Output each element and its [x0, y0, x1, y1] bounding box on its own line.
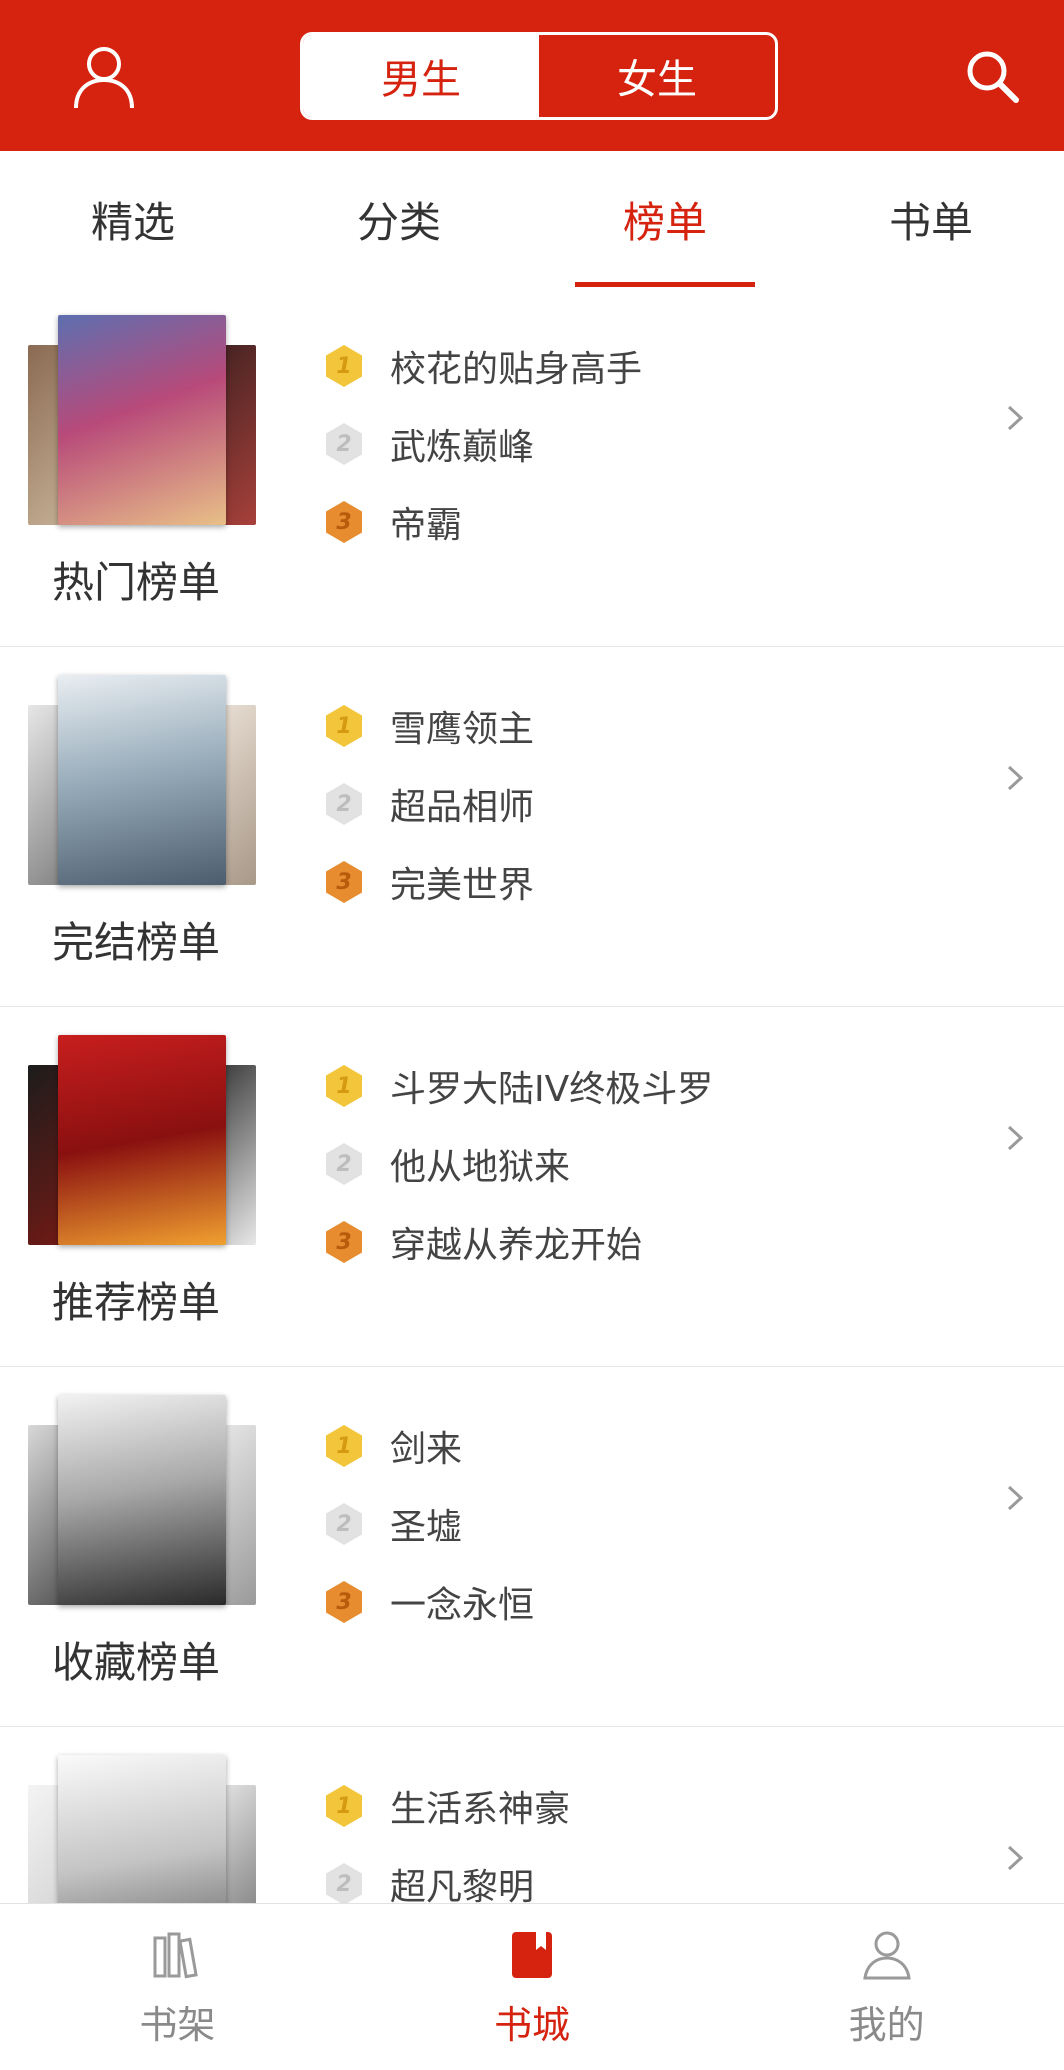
category-tabs: 精选 分类 榜单 书单 [0, 151, 1064, 287]
cover-stack [28, 1035, 256, 1245]
nav-profile[interactable]: 我的 [709, 1904, 1064, 2070]
cover-stack [28, 675, 256, 885]
list-item: 2 超品相师 [326, 765, 534, 843]
gender-toggle: 男生 女生 [300, 32, 778, 120]
book-title: 剑来 [390, 1429, 463, 1470]
ranking-list: 热门榜单 1 校花的贴身高手 2 武炼巅峰 3 帝霸 完结榜单 1 雪鹰领主 2… [0, 287, 1064, 1903]
medal-bronze-icon: 3 [326, 501, 362, 543]
bottom-nav: 书架 书城 我的 [0, 1903, 1064, 2070]
book-title: 超凡黎明 [390, 1867, 535, 1903]
tab-category[interactable]: 分类 [266, 151, 532, 287]
bookshelf-icon [153, 1932, 199, 1978]
cover-stack [28, 1395, 256, 1605]
book-title: 超品相师 [390, 787, 535, 828]
search-icon[interactable] [962, 46, 1022, 106]
ranking-section-hot[interactable]: 热门榜单 1 校花的贴身高手 2 武炼巅峰 3 帝霸 [0, 287, 1064, 647]
medal-bronze-icon: 3 [326, 861, 362, 903]
medal-bronze-icon: 3 [326, 1221, 362, 1263]
chevron-right-icon [1007, 765, 1024, 791]
book-cover [58, 315, 226, 525]
medal-silver-icon: 2 [326, 1503, 362, 1545]
ranking-section-completed[interactable]: 完结榜单 1 雪鹰领主 2 超品相师 3 完美世界 [0, 647, 1064, 1007]
book-title: 圣墟 [390, 1507, 463, 1548]
list-item: 2 武炼巅峰 [326, 405, 642, 483]
list-item: 1 斗罗大陆IV终极斗罗 [326, 1047, 713, 1125]
book-title: 一念永恒 [390, 1585, 535, 1626]
top-header: 男生 女生 [0, 0, 1064, 151]
book-title: 武炼巅峰 [390, 427, 535, 468]
list-item: 3 一念永恒 [326, 1563, 534, 1641]
medal-silver-icon: 2 [326, 783, 362, 825]
book-cover [58, 675, 226, 885]
ranking-title: 完结榜单 [52, 918, 221, 967]
ranking-section-favorites[interactable]: 收藏榜单 1 剑来 2 圣墟 3 一念永恒 [0, 1367, 1064, 1727]
gender-male-button[interactable]: 男生 [303, 35, 539, 117]
book-title: 生活系神豪 [390, 1789, 571, 1830]
cover-stack [28, 1755, 256, 1903]
top-books: 1 剑来 2 圣墟 3 一念永恒 [326, 1407, 534, 1641]
book-title: 穿越从养龙开始 [390, 1225, 643, 1266]
ranking-title: 收藏榜单 [52, 1638, 221, 1687]
list-item: 2 他从地狱来 [326, 1125, 713, 1203]
profile-icon [862, 1931, 911, 1979]
ranking-section-partial[interactable]: 1 生活系神豪 2 超凡黎明 [0, 1727, 1064, 1903]
book-title: 雪鹰领主 [390, 709, 535, 750]
book-title: 校花的贴身高手 [390, 349, 643, 390]
book-title: 帝霸 [390, 505, 463, 546]
tab-featured[interactable]: 精选 [0, 151, 266, 287]
book-title: 他从地狱来 [390, 1147, 571, 1188]
list-item: 3 帝霸 [326, 483, 642, 561]
medal-gold-icon: 1 [326, 1425, 362, 1467]
list-item: 2 圣墟 [326, 1485, 534, 1563]
ranking-title: 推荐榜单 [52, 1278, 221, 1327]
top-books: 1 生活系神豪 2 超凡黎明 [326, 1767, 570, 1903]
nav-label: 书架 [139, 2002, 216, 2047]
book-cover [58, 1755, 226, 1903]
medal-silver-icon: 2 [326, 423, 362, 465]
tab-booklists[interactable]: 书单 [798, 151, 1064, 287]
list-item: 1 校花的贴身高手 [326, 327, 642, 405]
medal-gold-icon: 1 [326, 345, 362, 387]
list-item: 3 穿越从养龙开始 [326, 1203, 713, 1281]
nav-label: 书城 [494, 2002, 571, 2047]
list-item: 2 超凡黎明 [326, 1845, 570, 1903]
book-cover [58, 1035, 226, 1245]
ranking-title: 热门榜单 [52, 558, 221, 607]
list-item: 3 完美世界 [326, 843, 534, 921]
nav-bookshelf[interactable]: 书架 [0, 1904, 355, 2070]
book-cover [58, 1395, 226, 1605]
tab-rankings[interactable]: 榜单 [532, 151, 798, 287]
ranking-section-recommended[interactable]: 推荐榜单 1 斗罗大陆IV终极斗罗 2 他从地狱来 3 穿越从养龙开始 [0, 1007, 1064, 1367]
medal-gold-icon: 1 [326, 705, 362, 747]
gender-female-button[interactable]: 女生 [539, 35, 775, 117]
cover-stack [28, 315, 256, 525]
top-books: 1 校花的贴身高手 2 武炼巅峰 3 帝霸 [326, 327, 642, 561]
nav-bookstore[interactable]: 书城 [355, 1904, 710, 2070]
chevron-right-icon [1007, 1485, 1024, 1511]
list-item: 1 雪鹰领主 [326, 687, 534, 765]
medal-bronze-icon: 3 [326, 1581, 362, 1623]
medal-silver-icon: 2 [326, 1143, 362, 1185]
chevron-right-icon [1007, 1125, 1024, 1151]
chevron-right-icon [1007, 1845, 1024, 1871]
chevron-right-icon [1007, 405, 1024, 431]
top-books: 1 雪鹰领主 2 超品相师 3 完美世界 [326, 687, 534, 921]
user-icon[interactable] [68, 40, 140, 112]
list-item: 1 剑来 [326, 1407, 534, 1485]
bookstore-icon [512, 1931, 552, 1978]
medal-gold-icon: 1 [326, 1065, 362, 1107]
medal-silver-icon: 2 [326, 1863, 362, 1903]
medal-gold-icon: 1 [326, 1785, 362, 1827]
nav-label: 我的 [848, 2002, 925, 2047]
top-books: 1 斗罗大陆IV终极斗罗 2 他从地狱来 3 穿越从养龙开始 [326, 1047, 713, 1281]
book-title: 完美世界 [390, 865, 535, 906]
list-item: 1 生活系神豪 [326, 1767, 570, 1845]
book-title: 斗罗大陆IV终极斗罗 [390, 1069, 714, 1110]
